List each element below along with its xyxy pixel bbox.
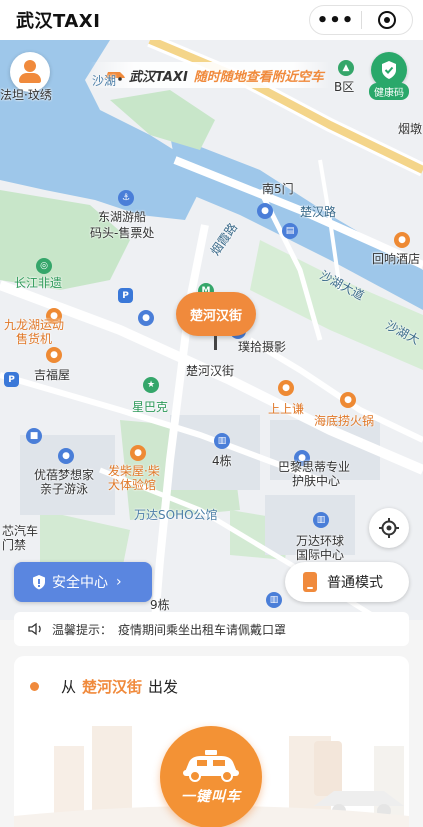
food-icon: ● (278, 380, 294, 396)
building-icon-3: ▥ (266, 592, 282, 608)
origin-from-word: 从 (61, 678, 77, 696)
nearby-taxi-banner[interactable]: 武汉TAXI 随时随地查看附近空车 (90, 62, 330, 88)
map-label-donghu-boat: 东湖游船 (98, 210, 147, 224)
ferry-icon: ⚓ (118, 190, 134, 206)
traffic-light-icon: ● (257, 203, 273, 219)
safety-center-button[interactable]: 安全中心 › (14, 562, 152, 602)
pin-stick (214, 336, 217, 350)
map-label-bali-2: 护肤中心 (292, 474, 341, 488)
map-label-jixiangwu: 吉福屋 (34, 368, 71, 382)
health-code-button[interactable]: 健康码 (367, 52, 411, 102)
building-icon-2: ▥ (313, 512, 329, 528)
hotel-icon: ● (394, 232, 410, 248)
one-tap-call-button[interactable]: 一键叫车 (160, 726, 262, 827)
mode-label: 普通模式 (327, 575, 383, 591)
pet-icon: ● (130, 445, 146, 461)
park-icon: ▲ (338, 60, 354, 76)
speaker-icon (28, 622, 41, 636)
user-avatar[interactable] (10, 52, 50, 92)
map-label-bali-1: 巴黎思蒂专业 (278, 460, 351, 474)
taxi-icon (183, 750, 239, 782)
map-label-car-1: 芯汽车 (2, 524, 39, 538)
map-label-yandun: 烟墩 (398, 122, 423, 136)
bus-stop-icon: ▤ (282, 223, 298, 239)
hotpot-icon: ● (340, 392, 356, 408)
target-close-icon[interactable] (362, 6, 412, 34)
map-label-haidilao: 海底捞火锅 (314, 414, 375, 428)
origin-place[interactable]: 楚河汉街 (82, 676, 142, 697)
app-title: 武汉TAXI (16, 11, 101, 32)
mini-program-capsule: ••• (309, 5, 413, 35)
app-header: 武汉TAXI ••• (0, 0, 423, 40)
mode-switch-button[interactable]: 普通模式 (285, 562, 409, 602)
map-label-pushi: 璞拾摄影 (238, 340, 287, 354)
map-label-b-zone: B区 (334, 80, 355, 94)
map-label-youbei-1: 优蓓梦想家 (34, 468, 95, 482)
map-label-jiulong-2: 售货机 (16, 332, 53, 346)
map-label-jiulong-1: 九龙湖运动 (4, 318, 65, 332)
map-label-youbei-2: 亲子游泳 (40, 482, 89, 496)
crosshair-icon (379, 518, 399, 538)
notice-text: 疫情期间乘坐出租车请佩戴口罩 (118, 622, 287, 637)
pickup-pin[interactable]: 楚河汉街 (176, 292, 256, 350)
pickup-pin-label: 楚河汉街 (176, 292, 256, 336)
origin-depart-word: 出发 (148, 678, 179, 696)
chevron-right-icon: › (116, 574, 122, 590)
notice-bar: 温馨提示： 疫情期间乘坐出租车请佩戴口罩 (14, 612, 409, 646)
phone-icon (303, 572, 317, 592)
map-label-starbucks: 星巴克 (132, 400, 169, 414)
origin-dot (30, 682, 39, 691)
map-label-shahu: 沙湖 (92, 74, 117, 88)
ride-request-card: 从 楚河汉街 出发 一键叫车 (14, 656, 409, 827)
restaurant-icon: ● (46, 347, 62, 363)
banner-slogan: 随时随地查看附近空车 (193, 69, 324, 85)
map-label-shangshang: 上上谦 (268, 402, 305, 416)
traffic-light-icon-2: ● (138, 310, 154, 326)
shield-icon (33, 575, 45, 590)
map-view[interactable]: 武汉TAXI 随时随地查看附近空车 健康码 ▲ ⚓ ● ▤ ● ◎ P M ● … (0, 40, 423, 620)
origin-row[interactable]: 从 楚河汉街 出发 (30, 676, 178, 697)
heritage-icon: ◎ (36, 258, 52, 274)
map-label-changjiang: 长江非遗 (14, 276, 63, 290)
map-label-building-9: 9栋 (150, 598, 170, 612)
locate-button[interactable] (369, 508, 409, 548)
station-icon: ■ (26, 428, 42, 444)
map-label-huixiang-hotel: 回响酒店 (372, 252, 421, 266)
call-button-label: 一键叫车 (181, 789, 241, 805)
safety-center-label: 安全中心 (52, 575, 108, 591)
map-label-donghu-ticket: 码头-售票处 (90, 226, 155, 240)
map-label-chuhe-street: 楚河汉街 (186, 364, 235, 378)
notice-prefix: 温馨提示： (52, 622, 113, 637)
map-label-fatan: 法坦·玟绣 (0, 88, 52, 102)
map-label-faxing-1: 发柴屋·柴 (108, 464, 160, 478)
map-label-wanda-global-1: 万达环球 (296, 534, 345, 548)
building-icon: ▥ (214, 433, 230, 449)
map-label-building-4: 4栋 (212, 454, 232, 468)
map-label-chuhan-road: 楚汉路 (300, 205, 337, 219)
map-label-car-2: 门禁 (2, 538, 27, 552)
swim-icon: ● (58, 448, 74, 464)
more-dots-icon[interactable]: ••• (310, 6, 361, 34)
starbucks-icon: ★ (143, 377, 159, 393)
parking-icon-2: P (4, 372, 19, 387)
map-label-south-gate: 南5门 (262, 182, 294, 196)
map-label-faxing-2: 犬体验馆 (108, 478, 157, 492)
map-label-wanda-global-2: 国际中心 (296, 548, 345, 562)
health-code-label: 健康码 (369, 83, 409, 100)
banner-brand: 武汉TAXI (129, 69, 188, 85)
parking-icon: P (118, 288, 133, 303)
map-label-wanda-soho: 万达SOHO公馆 (134, 508, 218, 522)
